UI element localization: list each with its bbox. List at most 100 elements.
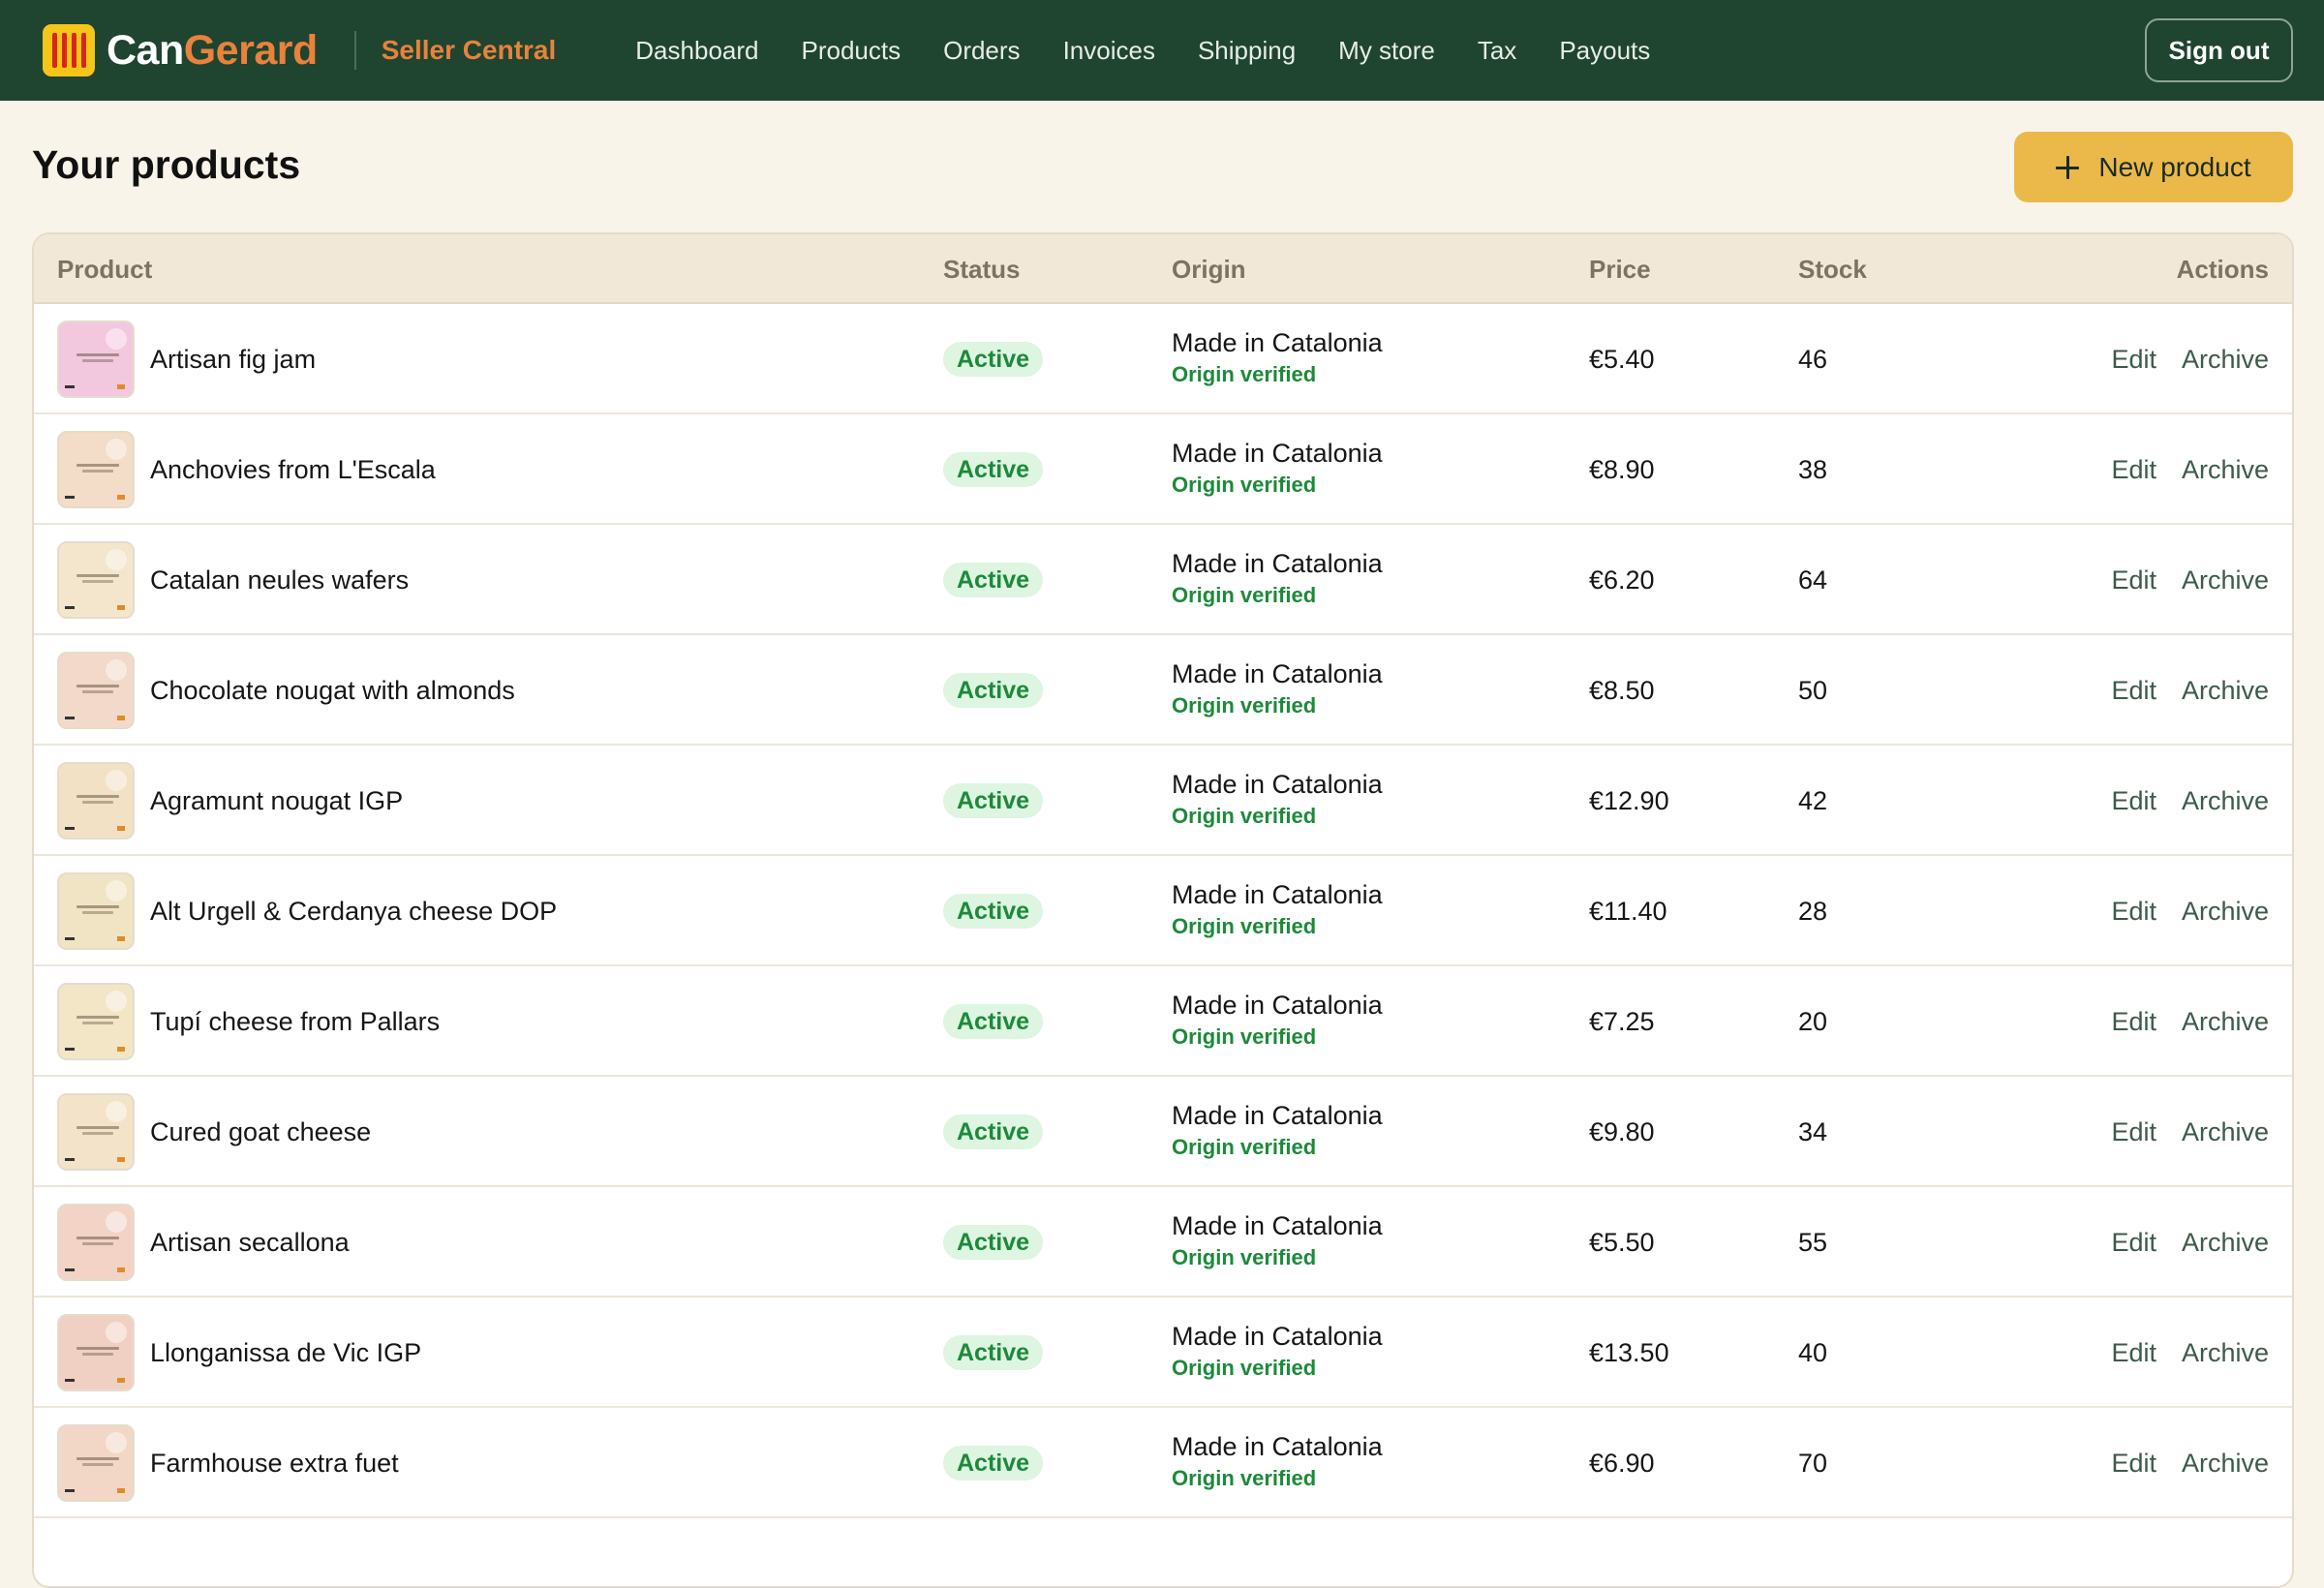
table-row: Artisan secallona Active Made in Catalonia… bbox=[34, 1187, 2292, 1298]
origin-label: Made in Catalonia bbox=[1172, 659, 1383, 688]
edit-link[interactable]: Edit bbox=[2111, 1408, 2156, 1518]
stock-value: 50 bbox=[1798, 676, 1828, 705]
sign-out-button[interactable]: Sign out bbox=[2145, 18, 2293, 82]
main-nav: Dashboard Products Orders Invoices Shipp… bbox=[614, 36, 1671, 66]
nav-payouts[interactable]: Payouts bbox=[1538, 36, 1671, 66]
product-thumbnail[interactable] bbox=[57, 762, 135, 840]
stock-value: 34 bbox=[1798, 1117, 1828, 1146]
product-thumbnail[interactable] bbox=[57, 872, 135, 950]
edit-link[interactable]: Edit bbox=[2111, 304, 2156, 414]
price-value: €12.90 bbox=[1589, 786, 1669, 815]
stock-value: 70 bbox=[1798, 1449, 1828, 1478]
plus-icon bbox=[2056, 155, 2080, 179]
origin-verified-label: Origin verified bbox=[1172, 1135, 1317, 1159]
new-product-button[interactable]: New product bbox=[2014, 132, 2293, 202]
table-row: Anchovies from L'Escala Active Made in Cat… bbox=[34, 414, 2292, 525]
table-row: Artisan fig jam Active Made in Catalonia Or… bbox=[34, 304, 2292, 414]
origin-label: Made in Catalonia bbox=[1172, 328, 1383, 357]
archive-link[interactable]: Archive bbox=[2182, 304, 2269, 414]
header-stock: Stock bbox=[1798, 255, 1867, 284]
table-row: Llonganissa de Vic IGP Active Made in Cata… bbox=[34, 1298, 2292, 1408]
origin-verified-label: Origin verified bbox=[1172, 583, 1317, 607]
product-thumbnail[interactable] bbox=[57, 1204, 135, 1281]
archive-link[interactable]: Archive bbox=[2182, 1408, 2269, 1518]
product-thumbnail[interactable] bbox=[57, 431, 135, 508]
archive-link[interactable]: Archive bbox=[2182, 414, 2269, 525]
nav-invoices[interactable]: Invoices bbox=[1042, 36, 1177, 66]
price-value: €13.50 bbox=[1589, 1338, 1669, 1367]
archive-link[interactable]: Archive bbox=[2182, 1298, 2269, 1408]
price-value: €9.80 bbox=[1589, 1117, 1655, 1146]
nav-shipping[interactable]: Shipping bbox=[1177, 36, 1317, 66]
status-badge: Active bbox=[943, 1335, 1044, 1370]
origin-cell: Made in Catalonia Origin verified bbox=[1172, 657, 1383, 720]
product-thumbnail[interactable] bbox=[57, 321, 135, 398]
origin-label: Made in Catalonia bbox=[1172, 1432, 1383, 1461]
nav-my-store[interactable]: My store bbox=[1317, 36, 1456, 66]
origin-cell: Made in Catalonia Origin verified bbox=[1172, 1319, 1383, 1383]
top-navigation: CanGerard Seller Central Dashboard Produ… bbox=[0, 0, 2324, 101]
nav-dashboard[interactable]: Dashboard bbox=[614, 36, 780, 66]
edit-link[interactable]: Edit bbox=[2111, 1187, 2156, 1298]
edit-link[interactable]: Edit bbox=[2111, 1298, 2156, 1408]
nav-products[interactable]: Products bbox=[780, 36, 922, 66]
archive-link[interactable]: Archive bbox=[2182, 525, 2269, 635]
table-row: Alt Urgell & Cerdanya cheese DOP Active Ma… bbox=[34, 856, 2292, 966]
price-value: €7.25 bbox=[1589, 1007, 1655, 1036]
product-thumbnail[interactable] bbox=[57, 1314, 135, 1391]
stock-value: 42 bbox=[1798, 786, 1828, 815]
origin-verified-label: Origin verified bbox=[1172, 473, 1317, 497]
product-name: Farmhouse extra fuet bbox=[150, 1449, 399, 1478]
product-thumbnail[interactable] bbox=[57, 541, 135, 619]
origin-verified-label: Origin verified bbox=[1172, 1356, 1317, 1380]
origin-label: Made in Catalonia bbox=[1172, 549, 1383, 578]
product-thumbnail[interactable] bbox=[57, 1424, 135, 1502]
edit-link[interactable]: Edit bbox=[2111, 966, 2156, 1077]
edit-link[interactable]: Edit bbox=[2111, 414, 2156, 525]
price-value: €11.40 bbox=[1589, 897, 1667, 926]
edit-link[interactable]: Edit bbox=[2111, 1077, 2156, 1187]
archive-link[interactable]: Archive bbox=[2182, 1187, 2269, 1298]
origin-cell: Made in Catalonia Origin verified bbox=[1172, 1098, 1383, 1162]
header-origin: Origin bbox=[1172, 255, 1246, 284]
edit-link[interactable]: Edit bbox=[2111, 746, 2156, 856]
edit-link[interactable]: Edit bbox=[2111, 525, 2156, 635]
product-thumbnail[interactable] bbox=[57, 983, 135, 1060]
stock-value: 38 bbox=[1798, 455, 1828, 484]
edit-link[interactable]: Edit bbox=[2111, 856, 2156, 966]
product-name: Anchovies from L'Escala bbox=[150, 455, 436, 484]
origin-cell: Made in Catalonia Origin verified bbox=[1172, 546, 1383, 610]
archive-link[interactable]: Archive bbox=[2182, 966, 2269, 1077]
status-badge: Active bbox=[943, 452, 1044, 487]
price-value: €5.40 bbox=[1589, 345, 1655, 374]
brand-logo[interactable]: CanGerard bbox=[43, 24, 318, 76]
origin-label: Made in Catalonia bbox=[1172, 1322, 1383, 1351]
edit-link[interactable]: Edit bbox=[2111, 635, 2156, 746]
nav-orders[interactable]: Orders bbox=[922, 36, 1041, 66]
new-product-label: New product bbox=[2098, 151, 2251, 182]
archive-link[interactable]: Archive bbox=[2182, 1077, 2269, 1187]
origin-verified-label: Origin verified bbox=[1172, 1466, 1317, 1490]
origin-verified-label: Origin verified bbox=[1172, 362, 1317, 386]
archive-link[interactable]: Archive bbox=[2182, 746, 2269, 856]
product-thumbnail[interactable] bbox=[57, 652, 135, 729]
table-row: Chocolate nougat with almonds Active Made … bbox=[34, 635, 2292, 746]
brand-divider bbox=[353, 31, 356, 70]
nav-tax[interactable]: Tax bbox=[1456, 36, 1538, 66]
stock-value: 20 bbox=[1798, 1007, 1828, 1036]
status-badge: Active bbox=[943, 1115, 1044, 1149]
archive-link[interactable]: Archive bbox=[2182, 856, 2269, 966]
status-badge: Active bbox=[943, 342, 1044, 377]
origin-verified-label: Origin verified bbox=[1172, 804, 1317, 828]
product-thumbnail[interactable] bbox=[57, 1093, 135, 1171]
origin-verified-label: Origin verified bbox=[1172, 693, 1317, 718]
origin-cell: Made in Catalonia Origin verified bbox=[1172, 1429, 1383, 1493]
origin-label: Made in Catalonia bbox=[1172, 880, 1383, 909]
header-product: Product bbox=[57, 255, 153, 284]
origin-label: Made in Catalonia bbox=[1172, 991, 1383, 1020]
origin-verified-label: Origin verified bbox=[1172, 1024, 1317, 1049]
archive-link[interactable]: Archive bbox=[2182, 635, 2269, 746]
status-badge: Active bbox=[943, 1446, 1044, 1481]
status-badge: Active bbox=[943, 894, 1044, 929]
origin-verified-label: Origin verified bbox=[1172, 1245, 1317, 1269]
